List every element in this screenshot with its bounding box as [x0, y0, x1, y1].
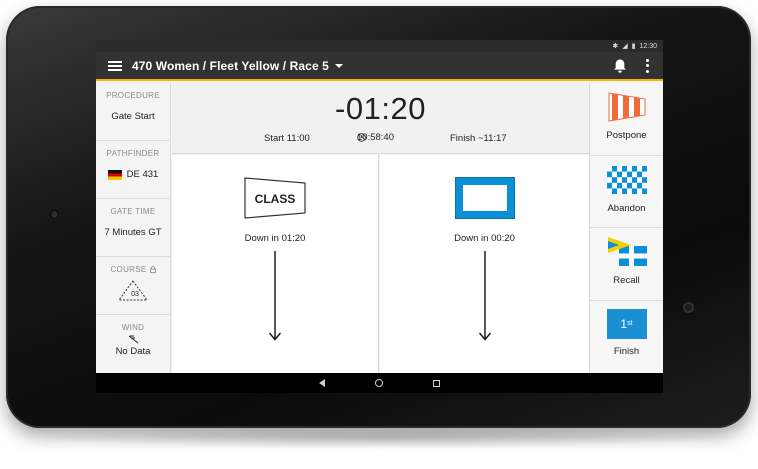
finish-label: Finish [613, 345, 640, 357]
gate-time-value: 7 Minutes GT [104, 227, 162, 238]
blue-flag-down-label: Down in 00:20 [454, 233, 515, 244]
sensor [683, 302, 694, 313]
device-shadow [40, 425, 720, 449]
pathfinder-label: PATHFINDER [106, 149, 160, 158]
back-icon[interactable] [319, 379, 325, 387]
bell-icon[interactable] [613, 58, 627, 74]
wind-label: WIND [121, 323, 145, 332]
abandon-button[interactable]: Abandon [590, 156, 663, 228]
postpone-label: Postpone [606, 130, 647, 141]
race-actions-panel: Postpone Abandon Recall 1 st Finish [589, 83, 663, 373]
procedure-label: PROCEDURE [106, 91, 160, 100]
lock-icon [149, 266, 156, 273]
postpone-button[interactable]: Postpone [590, 83, 663, 156]
arrow-down-icon [268, 251, 282, 341]
menu-icon[interactable] [108, 60, 122, 71]
home-icon[interactable] [375, 379, 383, 387]
postpone-flag-icon [608, 92, 645, 122]
race-timer: -01:20 Start 11:00 10:58:40 Finish ~11:1… [172, 83, 589, 154]
finish-time: Finish ~11:17 [450, 133, 507, 144]
class-flag-down-label: Down in 01:20 [244, 233, 306, 244]
class-flag-icon[interactable]: CLASS [244, 177, 306, 219]
current-time: 10:58:40 [357, 132, 394, 143]
bluetooth-icon: ✱ [612, 42, 619, 50]
countdown-timer: -01:20 [335, 91, 426, 126]
pathfinder-value: DE 431 [126, 169, 159, 180]
recall-button[interactable]: Recall [590, 228, 663, 301]
start-time: Start 11:00 [264, 133, 310, 144]
abandon-flag-icon [606, 165, 647, 194]
gate-time-label: GATE TIME [110, 207, 156, 216]
pathfinder-section[interactable]: PATHFINDER DE 431 [96, 141, 170, 199]
course-value: 03 [131, 291, 139, 298]
app-toolbar: 470 Women / Fleet Yellow / Race 5 [96, 52, 663, 81]
arrow-down-icon [478, 251, 491, 341]
germany-flag-icon [107, 169, 122, 180]
wind-icon [128, 335, 138, 344]
recent-apps-icon[interactable] [433, 379, 440, 387]
course-label: COURSE [110, 265, 147, 274]
procedure-value: Gate Start [111, 111, 155, 122]
signal-icon: ◢ [622, 42, 628, 50]
blue-flag-icon[interactable] [454, 177, 515, 219]
race-info-panel: PROCEDURE Gate Start PATHFINDER DE 431 G… [96, 83, 171, 373]
chevron-down-icon[interactable] [334, 63, 343, 68]
app-screen: ✱ ◢ ▮ 12:30 470 Women / Fleet Yellow / R… [96, 40, 663, 393]
recall-label: Recall [613, 275, 640, 286]
finish-flag-number: 1 [620, 316, 628, 331]
blue-flag-column: Down in 00:20 [380, 155, 589, 373]
finish-button[interactable]: 1st Finish [590, 301, 663, 374]
status-bar: ✱ ◢ ▮ 12:30 [96, 40, 663, 52]
pathfinder-value-row: DE 431 [107, 169, 159, 180]
current-time-row: 10:58:40 [357, 132, 394, 143]
finish-flag-icon: 1st [606, 308, 647, 339]
battery-icon: ▮ [631, 42, 636, 50]
more-options-icon[interactable] [645, 58, 649, 73]
course-label-row: COURSE [110, 265, 156, 274]
abandon-label: Abandon [607, 202, 646, 214]
gate-time-section[interactable]: GATE TIME 7 Minutes GT [96, 199, 170, 257]
class-flag-text: CLASS [255, 192, 296, 206]
wind-section[interactable]: WIND No Data [96, 315, 170, 373]
android-nav-bar [96, 373, 663, 393]
status-time: 12:30 [639, 42, 657, 50]
course-section[interactable]: COURSE 03 [96, 257, 170, 315]
recall-flag-icon [607, 237, 647, 266]
race-title[interactable]: 470 Women / Fleet Yellow / Race 5 [132, 59, 329, 73]
finish-flag-suffix: st [627, 320, 633, 327]
wind-value: No Data [115, 346, 151, 357]
front-camera [51, 211, 58, 218]
procedure-section[interactable]: PROCEDURE Gate Start [96, 83, 170, 141]
class-flag-column: CLASS Down in 01:20 [172, 155, 379, 373]
course-triangle-icon: 03 [118, 280, 148, 301]
